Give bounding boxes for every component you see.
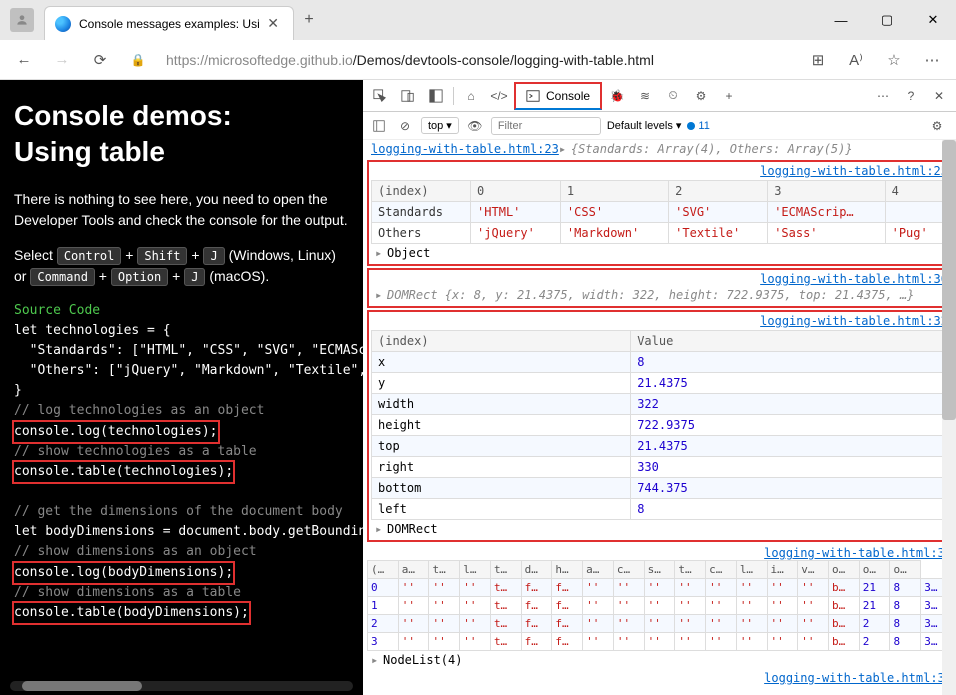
page-heading: Console demos:Using table [14, 98, 349, 171]
device-icon[interactable] [395, 83, 421, 109]
table-row[interactable]: 2''''''t…f…f…''''''''''''''''b…283… [368, 615, 952, 633]
help-icon[interactable]: ? [898, 83, 924, 109]
console-settings-icon[interactable]: ⚙ [924, 113, 950, 139]
read-aloud-icon[interactable]: A⁾ [840, 44, 872, 76]
horizontal-scrollbar[interactable] [10, 681, 353, 691]
table-row[interactable]: 1''''''t…f…f…''''''''''''''''b…2183… [368, 597, 952, 615]
url-text[interactable]: https://microsoftedge.github.io/Demos/de… [160, 52, 796, 68]
refresh-button[interactable]: ⟳ [84, 44, 116, 76]
console-filterbar: ⊘ top ▾ 👁 Default levels ▾ 11 ⚙ [363, 112, 956, 140]
source-link[interactable]: logging-with-table.html:32 [760, 314, 948, 328]
console-messages: logging-with-table.html:23 ▸ {Standards:… [363, 140, 956, 695]
object-footer[interactable]: ▸Object [371, 244, 948, 262]
memory-icon[interactable]: ⚙ [688, 83, 714, 109]
kbd-j: J [203, 247, 224, 265]
app-install-icon[interactable]: ⊞ [802, 44, 834, 76]
domrect-log-group: logging-with-table.html:30 ▸DOMRect {x: … [367, 268, 952, 308]
object-footer[interactable]: ▸DOMRect [371, 520, 948, 538]
more-tools-icon[interactable]: ⋯ [870, 83, 896, 109]
table-row[interactable]: width322 [372, 394, 948, 415]
browser-tab[interactable]: Console messages examples: Usi ✕ [44, 6, 294, 40]
network-icon[interactable]: ≋ [632, 83, 658, 109]
source-link[interactable]: logging-with-table.html:23 [371, 142, 559, 156]
table-row[interactable]: left8 [372, 499, 948, 520]
kbd-command: Command [30, 268, 95, 286]
address-bar: ← → ⟳ 🔒 https://microsoftedge.github.io/… [0, 40, 956, 80]
more-tabs-icon[interactable]: + [716, 83, 742, 109]
vertical-scrollbar[interactable] [942, 140, 956, 695]
table-row[interactable]: top21.4375 [372, 436, 948, 457]
favorites-icon[interactable]: ☆ [878, 44, 910, 76]
keyboard-instructions: Select Control + Shift + J (Windows, Lin… [14, 245, 349, 287]
table-row[interactable]: Others'jQuery''Markdown''Textile''Sass''… [372, 223, 948, 244]
maximize-button[interactable]: ▢ [864, 0, 910, 40]
source-code-block: Source Code let technologies = { "Standa… [14, 301, 349, 623]
performance-icon[interactable]: ⏲ [660, 83, 686, 109]
kbd-j2: J [184, 268, 205, 286]
welcome-icon[interactable]: ⌂ [458, 83, 484, 109]
devtools-panel: ⌂ </> Console 🐞 ≋ ⏲ ⚙ + ⋯ ? ✕ ⊘ top ▾ 👁 … [363, 80, 956, 695]
page-paragraph: There is nothing to see here, you need t… [14, 189, 349, 231]
console-row[interactable]: ▸DOMRect {x: 8, y: 21.4375, width: 322, … [371, 286, 948, 304]
expander-icon[interactable]: ▸ [559, 142, 571, 156]
back-button[interactable]: ← [8, 44, 40, 76]
source-link[interactable]: logging-with-table.html:30 [760, 272, 948, 286]
site-lock-icon[interactable]: 🔒 [122, 44, 154, 76]
window-titlebar: Console messages examples: Usi ✕ + — ▢ ✕ [0, 0, 956, 40]
filter-input[interactable] [491, 117, 601, 135]
source-link[interactable]: logging-with-table.html:39 [764, 671, 952, 685]
new-tab-button[interactable]: + [294, 11, 324, 29]
source-link[interactable]: logging-with-table.html:25 [760, 164, 948, 178]
table-row[interactable]: height722.9375 [372, 415, 948, 436]
table-row[interactable]: bottom744.375 [372, 478, 948, 499]
tab-close-icon[interactable]: ✕ [263, 15, 283, 32]
tab-title: Console messages examples: Usi [79, 17, 263, 31]
dimensions-table: (index)Value x8 y21.4375 width322 height… [371, 330, 948, 520]
inspect-icon[interactable] [367, 83, 393, 109]
minimize-button[interactable]: — [818, 0, 864, 40]
context-selector[interactable]: top ▾ [421, 117, 459, 134]
table-row[interactable]: x8 [372, 352, 948, 373]
expander-icon[interactable]: ▸ [375, 288, 387, 302]
issues-counter[interactable]: 11 [687, 120, 709, 132]
edge-icon [55, 16, 71, 32]
kbd-control: Control [57, 247, 122, 265]
tech-table: (index)01234 Standards'HTML''CSS''SVG''E… [371, 180, 948, 244]
profile-avatar[interactable] [10, 8, 34, 32]
sidebar-toggle-icon[interactable] [369, 113, 389, 139]
sources-icon[interactable]: 🐞 [604, 83, 630, 109]
live-expression-icon[interactable]: 👁 [465, 113, 485, 139]
domrect-table-group: logging-with-table.html:32 (index)Value … [367, 310, 952, 542]
page-content: Console demos:Using table There is nothi… [0, 80, 363, 695]
forward-button: → [46, 44, 78, 76]
object-preview: DOMRect {x: 8, y: 21.4375, width: 322, h… [387, 288, 914, 302]
elements-icon[interactable]: </> [486, 83, 512, 109]
clear-console-icon[interactable]: ⊘ [395, 113, 415, 139]
console-row[interactable]: logging-with-table.html:23 ▸ {Standards:… [367, 140, 952, 158]
object-preview: {Standards: Array(4), Others: Array(5)} [571, 142, 853, 156]
dock-icon[interactable] [423, 83, 449, 109]
nodelist-table: (…a…t…l…t…d…h…a…c…s…t…c…l…i…v…o…o…o…0'''… [367, 560, 952, 651]
table-output-group: logging-with-table.html:25 (index)01234 … [367, 160, 952, 266]
kbd-option: Option [111, 268, 168, 286]
table-row[interactable]: 0''''''t…f…f…''''''''''''''''b…2183… [368, 579, 952, 597]
close-window-button[interactable]: ✕ [910, 0, 956, 40]
table-row[interactable]: Standards'HTML''CSS''SVG''ECMAScrip… [372, 202, 948, 223]
devtools-tabbar: ⌂ </> Console 🐞 ≋ ⏲ ⚙ + ⋯ ? ✕ [363, 80, 956, 112]
console-tab[interactable]: Console [514, 82, 602, 110]
object-footer[interactable]: ▸NodeList(4) [367, 651, 952, 669]
table-row[interactable]: y21.4375 [372, 373, 948, 394]
source-link[interactable]: logging-with-table.html:37 [764, 546, 952, 560]
kbd-shift: Shift [137, 247, 187, 265]
close-devtools-icon[interactable]: ✕ [926, 83, 952, 109]
menu-icon[interactable]: ⋯ [916, 44, 948, 76]
table-row[interactable]: 3''''''t…f…f…''''''''''''''''b…283… [368, 633, 952, 651]
log-levels-selector[interactable]: Default levels ▾ [607, 119, 682, 132]
table-row[interactable]: right330 [372, 457, 948, 478]
